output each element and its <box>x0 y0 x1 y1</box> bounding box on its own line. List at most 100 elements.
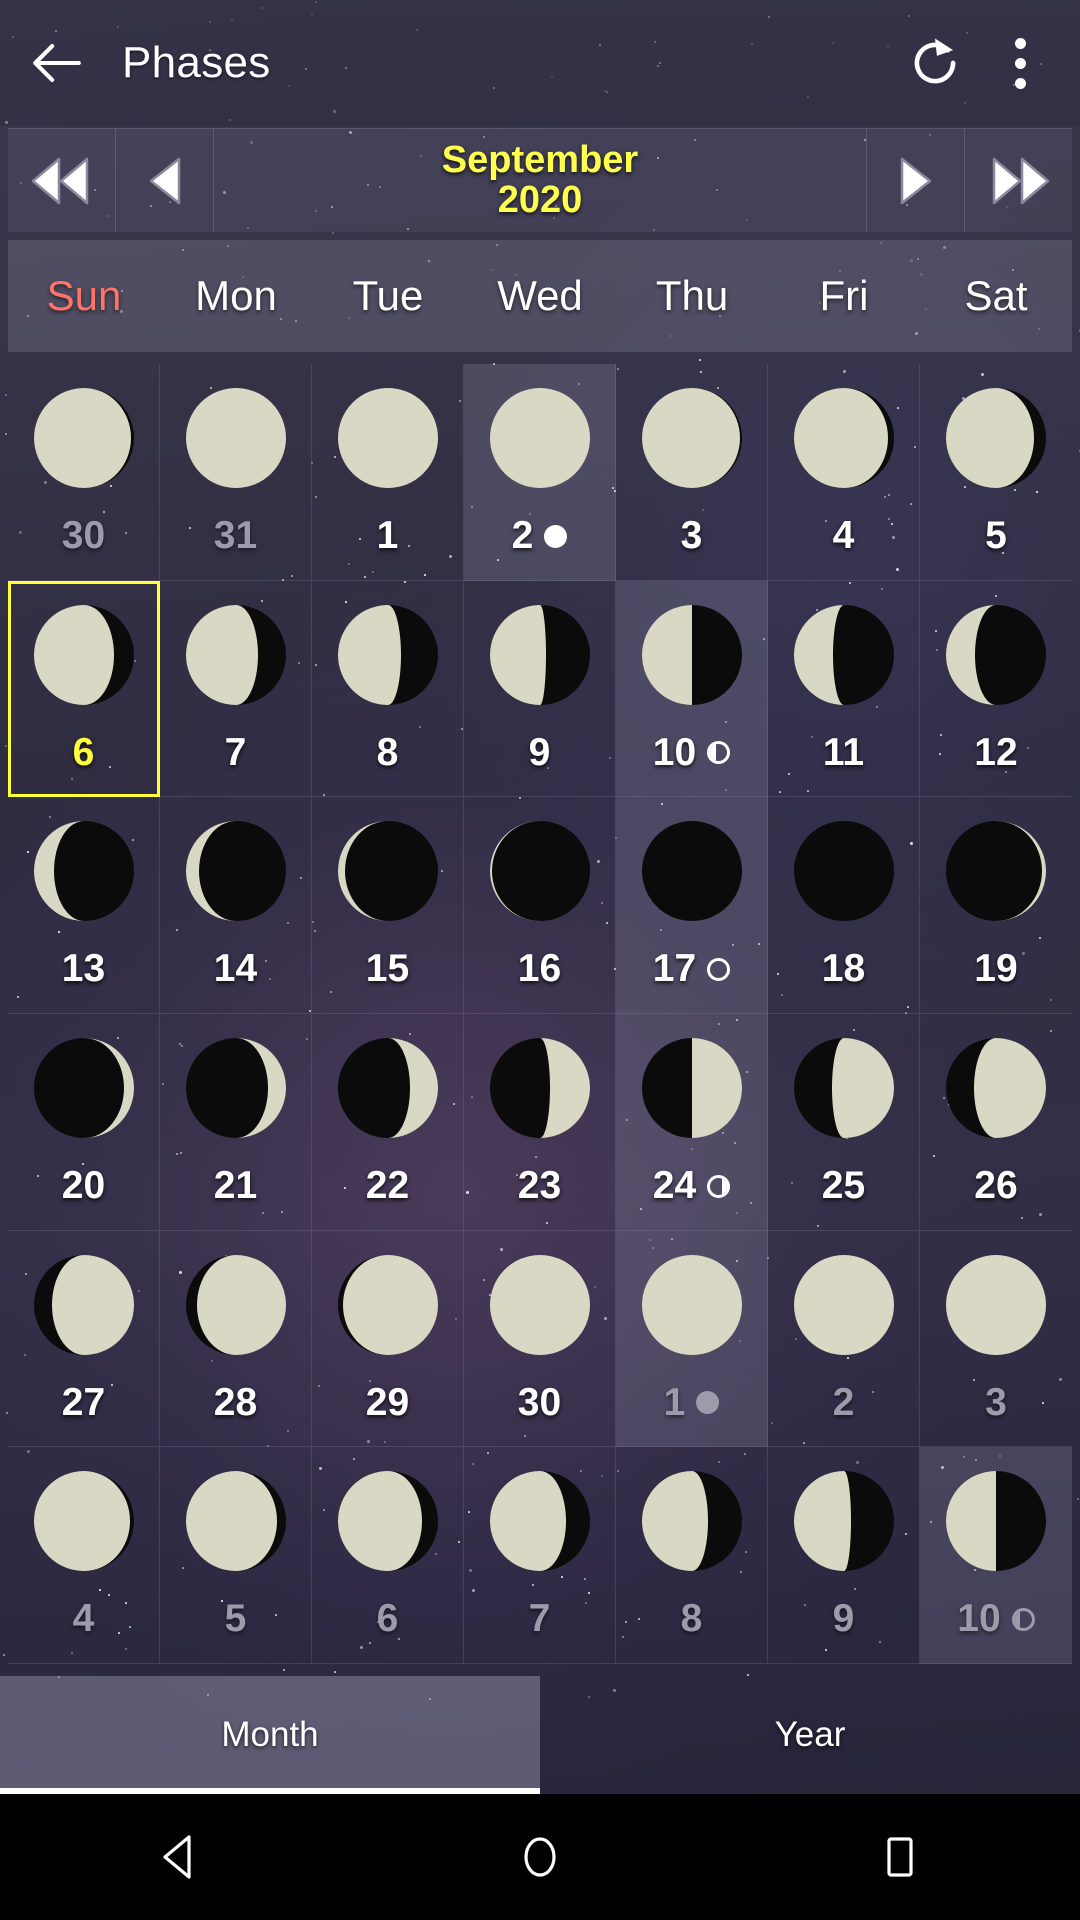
moon-phase-icon <box>174 376 298 500</box>
calendar-day-cell[interactable]: 6 <box>8 580 160 798</box>
day-number: 19 <box>974 947 1017 991</box>
calendar-day-cell[interactable]: 12 <box>920 581 1072 798</box>
calendar-grid: 30 31 1 2 3 4 5 6 7 8 9 10 11 12 13 14 15 16 17 18 19 20 21 22 2… <box>8 364 1072 1664</box>
day-number-text: 21 <box>213 1164 258 1207</box>
calendar-day-cell[interactable]: 17 <box>616 797 768 1014</box>
calendar-day-cell[interactable]: 28 <box>160 1230 312 1448</box>
calendar-day-cell[interactable]: 3 <box>616 364 768 581</box>
calendar-day-cell[interactable]: 22 <box>312 1014 464 1231</box>
calendar-day-cell[interactable]: 10 <box>920 1447 1072 1664</box>
previous-month-button[interactable] <box>116 129 214 232</box>
refresh-icon[interactable] <box>904 32 966 94</box>
calendar-day-cell[interactable]: 1 <box>616 1230 768 1448</box>
moon-phase-icon <box>326 1459 450 1583</box>
moon-phase-icon <box>782 1026 906 1150</box>
moon-phase-icon <box>174 1026 298 1150</box>
day-number: 8 <box>681 1597 703 1641</box>
day-number: 16 <box>518 947 561 991</box>
calendar-day-cell[interactable]: 5 <box>160 1447 312 1664</box>
day-number: 1 <box>377 514 399 558</box>
calendar-day-cell[interactable]: 7 <box>464 1447 616 1664</box>
day-number: 9 <box>529 731 551 775</box>
calendar-day-cell[interactable]: 24 <box>616 1014 768 1231</box>
calendar-day-cell[interactable]: 8 <box>312 580 464 798</box>
calendar-day-cell[interactable]: 4 <box>8 1447 160 1664</box>
calendar-day-cell[interactable]: 11 <box>768 580 920 798</box>
calendar-day-cell[interactable]: 26 <box>920 1014 1072 1231</box>
moon-phase-icon <box>934 593 1058 717</box>
day-number-text: 7 <box>224 730 247 774</box>
tab-year[interactable]: Year <box>540 1676 1080 1794</box>
calendar-day-cell[interactable]: 23 <box>464 1014 616 1231</box>
back-arrow-icon[interactable] <box>28 34 86 92</box>
moon-phase-icon <box>630 1243 754 1367</box>
tab-month[interactable]: Month <box>0 1676 540 1794</box>
calendar-day-cell[interactable]: 18 <box>768 797 920 1014</box>
calendar-day-cell[interactable]: 7 <box>160 580 312 798</box>
calendar-day-cell[interactable]: 19 <box>920 797 1072 1014</box>
day-number-text: 4 <box>72 1597 95 1641</box>
calendar-day-cell[interactable]: 10 <box>616 580 768 798</box>
weekday-header-row: Sun Mon Tue Wed Thu Fri Sat <box>8 240 1072 352</box>
day-number: 10 <box>957 1597 1035 1641</box>
calendar-day-cell[interactable]: 16 <box>464 797 616 1014</box>
day-number: 15 <box>366 947 409 991</box>
system-back-button[interactable] <box>120 1817 240 1897</box>
day-number-text: 28 <box>213 1380 258 1424</box>
system-home-button[interactable] <box>480 1817 600 1897</box>
previous-year-button[interactable] <box>8 129 116 232</box>
day-number: 29 <box>366 1381 409 1425</box>
calendar-day-cell[interactable]: 1 <box>312 364 464 581</box>
moon-phase-icon <box>478 1459 602 1583</box>
calendar-day-cell[interactable]: 8 <box>616 1447 768 1664</box>
moon-phase-icon <box>478 593 602 717</box>
calendar-day-cell[interactable]: 5 <box>920 364 1072 581</box>
full-moon-marker-icon <box>696 1391 720 1415</box>
calendar-day-cell[interactable]: 30 <box>464 1230 616 1448</box>
day-number-text: 8 <box>680 1597 703 1641</box>
last-quarter-marker-icon <box>1011 1607 1035 1631</box>
menu-dot <box>1014 77 1026 89</box>
calendar-day-cell[interactable]: 2 <box>464 364 616 581</box>
moon-phase-icon <box>782 593 906 717</box>
next-month-button[interactable] <box>866 129 964 232</box>
day-number: 3 <box>681 514 703 558</box>
calendar-day-cell[interactable]: 3 <box>920 1231 1072 1448</box>
day-number: 30 <box>62 514 105 558</box>
day-number-text: 23 <box>517 1164 562 1207</box>
month-year-label[interactable]: September 2020 <box>214 129 866 232</box>
day-number: 2 <box>833 1381 855 1425</box>
calendar-day-cell[interactable]: 13 <box>8 797 160 1014</box>
day-number: 17 <box>653 947 731 991</box>
full-moon-marker-icon <box>544 524 568 548</box>
calendar-day-cell[interactable]: 6 <box>312 1447 464 1664</box>
calendar-day-cell[interactable]: 29 <box>312 1230 464 1448</box>
day-number: 18 <box>822 947 865 991</box>
calendar-day-cell[interactable]: 30 <box>8 364 160 581</box>
more-vertical-icon[interactable] <box>1000 32 1040 94</box>
calendar-day-cell[interactable]: 15 <box>312 797 464 1014</box>
weekday-header-sun: Sun <box>46 272 122 319</box>
moon-phase-icon <box>934 809 1058 933</box>
calendar-day-cell[interactable]: 21 <box>160 1014 312 1231</box>
calendar-day-cell[interactable]: 27 <box>8 1230 160 1448</box>
day-number-text: 3 <box>985 1380 1007 1424</box>
calendar-day-cell[interactable]: 25 <box>768 1014 920 1231</box>
moon-phase-icon <box>326 1026 450 1150</box>
day-number: 6 <box>73 731 95 775</box>
moon-phase-icon <box>782 1459 906 1583</box>
calendar-day-cell[interactable]: 20 <box>8 1014 160 1231</box>
calendar-day-cell[interactable]: 14 <box>160 797 312 1014</box>
calendar-day-cell[interactable]: 4 <box>768 364 920 581</box>
day-number: 4 <box>73 1597 95 1641</box>
calendar-day-cell[interactable]: 9 <box>768 1447 920 1664</box>
day-number: 30 <box>518 1381 561 1425</box>
day-number: 2 <box>512 514 568 558</box>
calendar-day-cell[interactable]: 31 <box>160 364 312 581</box>
system-recents-button[interactable] <box>840 1817 960 1897</box>
next-year-button[interactable] <box>964 129 1072 232</box>
calendar-day-cell[interactable]: 9 <box>464 580 616 798</box>
calendar-day-cell[interactable]: 2 <box>768 1230 920 1448</box>
day-number: 21 <box>214 1164 257 1208</box>
day-number-text: 4 <box>832 514 855 557</box>
